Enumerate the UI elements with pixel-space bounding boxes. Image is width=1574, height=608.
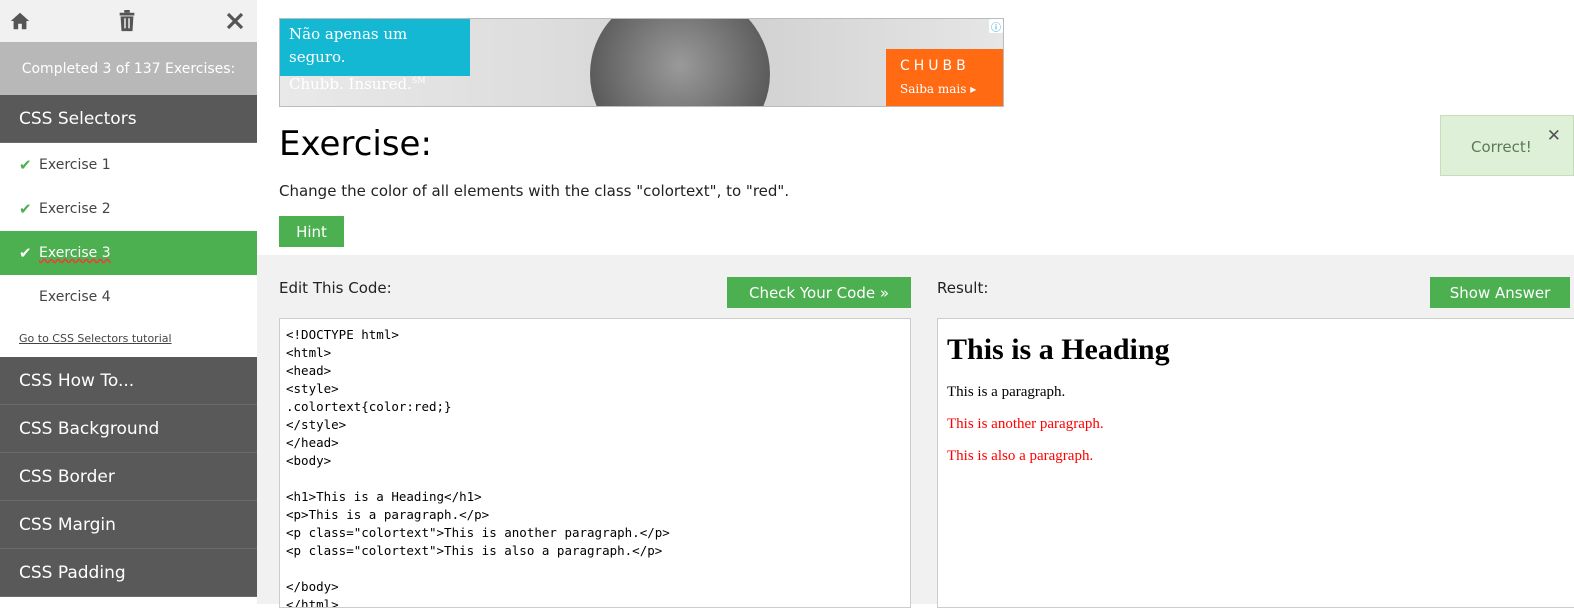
code-line[interactable] [286, 470, 904, 488]
section-css-how-to[interactable]: CSS How To... [0, 357, 257, 405]
ad-brand-box[interactable]: CHUBB Saiba mais ▸ [886, 49, 1003, 106]
code-line[interactable]: <p class="colortext">This is another par… [286, 524, 904, 542]
code-panel: Edit This Code: Check Your Code » Result… [257, 255, 1574, 608]
section-css-margin[interactable]: CSS Margin [0, 501, 257, 549]
exercise-description: Change the color of all elements with th… [279, 182, 790, 200]
close-icon[interactable] [222, 8, 248, 34]
home-icon[interactable] [7, 8, 33, 34]
editor-label: Edit This Code: [279, 279, 392, 297]
code-line[interactable]: .colortext{color:red;} [286, 398, 904, 416]
section-css-border[interactable]: CSS Border [0, 453, 257, 501]
code-line[interactable]: <!DOCTYPE html> [286, 326, 904, 344]
ad-headline: Não apenas um seguro. Chubb. Insured.SM [280, 19, 470, 93]
tutorial-link[interactable]: Go to CSS Selectors tutorial [19, 332, 172, 345]
code-line[interactable]: <head> [286, 362, 904, 380]
exercise-label: Exercise 4 [39, 289, 111, 305]
result-heading: This is a Heading [947, 333, 1170, 366]
code-line[interactable]: <html> [286, 344, 904, 362]
code-line[interactable]: <body> [286, 452, 904, 470]
ad-headline-line2: Chubb. Insured.SM [289, 75, 426, 93]
checkmark-icon: ✔ [19, 244, 32, 262]
section-css-background[interactable]: CSS Background [0, 405, 257, 453]
code-line[interactable]: <h1>This is a Heading</h1> [286, 488, 904, 506]
code-line[interactable]: </html> [286, 596, 904, 607]
exercise-label: Exercise 3 [39, 245, 111, 261]
ad-trademark: SM [411, 76, 426, 85]
section-css-selectors[interactable]: CSS Selectors [0, 95, 257, 143]
checkmark-icon: ✔ [19, 200, 32, 218]
toast-close-icon[interactable]: ✕ [1547, 126, 1561, 146]
code-editor[interactable]: <!DOCTYPE html> <html> <head> <style> .color… [279, 318, 911, 608]
exercise-3-item[interactable]: ✔ Exercise 3 [0, 231, 257, 275]
check-code-button[interactable]: Check Your Code » [727, 277, 911, 308]
exercise-label: Exercise 2 [39, 201, 111, 217]
result-colortext-paragraph: This is another paragraph. [947, 416, 1104, 432]
checkmark-icon: ✔ [19, 156, 32, 174]
trash-icon[interactable] [114, 8, 140, 34]
exercise-2-item[interactable]: ✔ Exercise 2 [0, 187, 257, 231]
ad-brand-logo: CHUBB [900, 58, 970, 74]
exercise-1-item[interactable]: ✔ Exercise 1 [0, 143, 257, 187]
ad-info-icon[interactable]: ⓘ [989, 19, 1003, 34]
toast-message: Correct! [1471, 138, 1532, 156]
exercise-4-item[interactable]: Exercise 4 [0, 275, 257, 319]
result-label: Result: [937, 279, 989, 297]
code-line[interactable]: <style> [286, 380, 904, 398]
result-colortext-paragraph: This is also a paragraph. [947, 448, 1094, 464]
result-paragraph: This is a paragraph. [947, 384, 1066, 400]
result-frame: This is a Heading This is a paragraph. T… [937, 318, 1574, 608]
exercise-label: Exercise 1 [39, 157, 111, 173]
main-content: Não apenas um seguro. Chubb. Insured.SM … [257, 0, 1574, 608]
code-line[interactable]: </body> [286, 578, 904, 596]
hint-button[interactable]: Hint [279, 216, 344, 247]
sidebar: Completed 3 of 137 Exercises: CSS Select… [0, 0, 257, 604]
code-line[interactable] [286, 560, 904, 578]
code-line[interactable]: </head> [286, 434, 904, 452]
correct-toast: Correct! ✕ [1440, 115, 1574, 176]
advertisement-banner[interactable]: Não apenas um seguro. Chubb. Insured.SM … [279, 18, 1004, 107]
code-line[interactable]: </style> [286, 416, 904, 434]
ad-cta-link[interactable]: Saiba mais ▸ [900, 82, 976, 96]
ad-headline-line1: Não apenas um seguro. [289, 25, 408, 66]
show-answer-button[interactable]: Show Answer [1430, 277, 1570, 308]
code-line[interactable]: <p class="colortext">This is also a para… [286, 542, 904, 560]
section-css-padding[interactable]: CSS Padding [0, 549, 257, 597]
sidebar-toolbar [0, 0, 257, 42]
tutorial-link-row: Go to CSS Selectors tutorial [0, 319, 257, 357]
exercise-title: Exercise: [279, 124, 432, 164]
code-line[interactable]: <p>This is a paragraph.</p> [286, 506, 904, 524]
ad-portrait-image [590, 19, 770, 106]
progress-text: Completed 3 of 137 Exercises: [0, 42, 257, 95]
